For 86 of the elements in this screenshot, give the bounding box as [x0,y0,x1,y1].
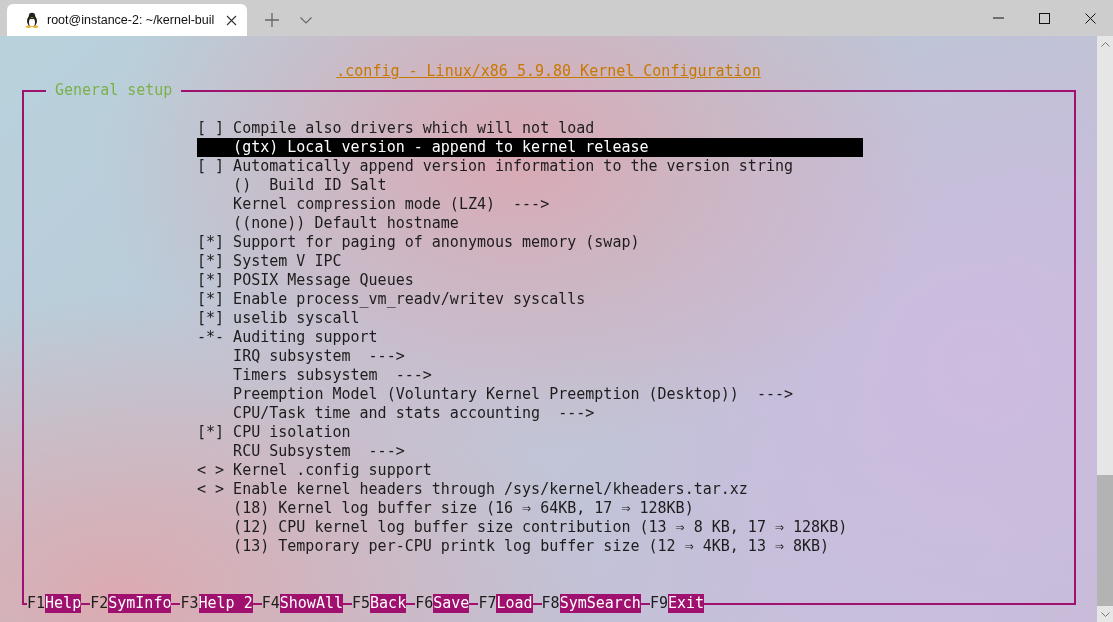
option-state: < > [197,480,225,498]
item-label: (gtx) Local version - append to kernel release [233,138,649,157]
item-label: Enable process_vm_readv/writev syscalls [233,290,586,309]
menu-item[interactable]: [*] CPU isolation [197,423,863,442]
menu-item[interactable]: < > Kernel .config support [197,461,863,480]
close-icon[interactable] [226,14,237,26]
option-state: [*] [197,271,225,289]
item-label: ((none)) Default hostname [233,214,459,233]
item-label: () Build ID Salt [233,176,387,195]
key-name: F2 [90,594,109,613]
item-label: IRQ subsystem ---> [233,347,405,366]
menu-item[interactable]: [*] Enable process_vm_readv/writev syscalls [197,290,863,309]
item-label: POSIX Message Queues [233,271,414,290]
item-label: Automatically append version information to the version string [233,157,794,176]
terminal-tab[interactable]: root@instance-2: ~/kernel-buil [7,4,247,36]
option-state: [*] [197,252,225,270]
key-name: F9 [649,594,668,613]
function-key-button[interactable]: ShowAll [279,594,343,613]
item-label: Support for paging of anonymous memory (swap) [233,233,640,252]
scroll-down-icon[interactable] [1100,611,1110,617]
item-label: Compile also drivers which will not load [233,119,595,138]
menu-item[interactable]: [*] Support for paging of anonymous memory (swap) [197,233,863,252]
penguin-icon [25,12,39,28]
maximize-icon[interactable] [1038,12,1050,24]
menu-item[interactable]: Kernel compression mode (LZ4) ---> [197,195,863,214]
menu-item[interactable]: (18) Kernel log buffer size (16 ⇒ 64KB, 17 ⇒ 128KB) [197,499,863,518]
item-label: Preemption Model (Voluntary Kernel Preemption (Desktop)) ---> [233,385,794,404]
key-name: F4 [261,594,280,613]
key-name: F6 [415,594,434,613]
item-label: RCU Subsystem ---> [233,442,405,461]
function-key-button[interactable]: SymSearch [559,594,641,613]
item-label: (18) Kernel log buffer size (16 ⇒ 64KB, 17 ⇒ 128KB) [233,499,694,518]
function-key-button[interactable]: Exit [667,594,705,613]
menu-item[interactable]: (gtx) Local version - append to kernel release [197,138,863,157]
option-state: [*] [197,423,225,441]
close-icon[interactable] [1084,12,1096,24]
menu-item[interactable]: Preemption Model (Voluntary Kernel Preemption (Desktop)) ---> [197,385,863,404]
menu-item[interactable]: < > Enable kernel headers through /sys/kernel/kheaders.tar.xz [197,480,863,499]
option-state: [*] [197,290,225,308]
item-label: Kernel compression mode (LZ4) ---> [233,195,550,214]
plus-icon[interactable] [265,13,279,27]
item-label: Timers subsystem ---> [233,366,432,385]
scrollbar-thumb[interactable] [1097,475,1113,606]
menu-item[interactable]: -*- Auditing support [197,328,863,347]
menu-item[interactable]: [*] POSIX Message Queues [197,271,863,290]
chevron-down-icon[interactable] [300,16,312,24]
menu-item[interactable]: [ ] Compile also drivers which will not load [197,119,863,138]
menu-heading: General setup [54,81,174,100]
key-name: F3 [180,594,199,613]
item-label: CPU isolation [233,423,351,442]
option-state: [ ] [197,157,225,175]
function-key-button[interactable]: Help [45,594,82,613]
function-key-button[interactable]: Load [496,594,533,613]
item-label: CPU/Task time and stats accounting ---> [233,404,595,423]
option-state: -*- [197,328,225,346]
key-name: F7 [478,594,497,613]
menu-item[interactable]: [*] System V IPC [197,252,863,271]
menu-item[interactable]: IRQ subsystem ---> [197,347,863,366]
item-label: Auditing support [233,328,378,347]
option-state: [*] [197,233,225,251]
function-key-button[interactable]: Back [370,594,407,613]
function-key-button[interactable]: SymInfo [108,594,172,613]
scrollbar[interactable] [1097,36,1113,622]
key-name: F8 [541,594,560,613]
scroll-up-icon[interactable] [1100,41,1110,47]
option-state: [ ] [197,119,225,137]
key-name: F1 [27,594,46,613]
menu-item[interactable]: () Build ID Salt [197,176,863,195]
menu-item[interactable]: [ ] Automatically append version information to the version string [197,157,863,176]
menu-item[interactable]: CPU/Task time and stats accounting ---> [197,404,863,423]
key-name: F5 [352,594,371,613]
menu-item[interactable]: Timers subsystem ---> [197,366,863,385]
config-title: .config - Linux/x86 5.9.80 Kernel Configuration [336,62,761,80]
option-state: [*] [197,309,225,327]
option-state: < > [197,461,225,479]
menu-item[interactable]: ((none)) Default hostname [197,214,863,233]
minimize-icon[interactable] [992,17,1004,19]
item-label: Kernel .config support [233,461,432,480]
tab-title: root@instance-2: ~/kernel-buil [47,13,216,27]
function-key-button[interactable]: Help 2 [198,594,253,613]
item-label: System V IPC [233,252,342,271]
item-label: uselib syscall [233,309,360,328]
menu-item[interactable]: RCU Subsystem ---> [197,442,863,461]
function-key-button[interactable]: Save [433,594,470,613]
item-label: Enable kernel headers through /sys/kernel/kheaders.tar.xz [233,480,748,499]
menu-item[interactable]: [*] uselib syscall [197,309,863,328]
